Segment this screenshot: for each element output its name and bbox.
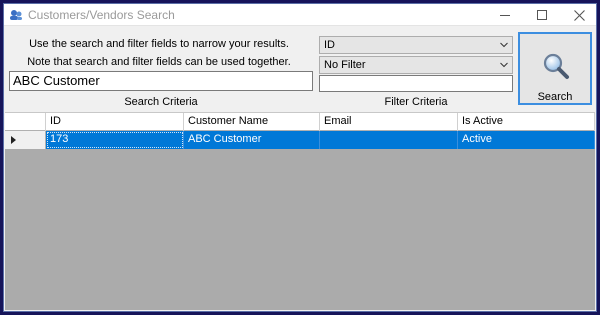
search-button[interactable]: Search: [518, 32, 592, 105]
row-header[interactable]: [5, 131, 46, 149]
info-text-line-2: Note that search and filter fields can b…: [27, 56, 291, 68]
filter-criteria-label: Filter Criteria: [384, 96, 448, 108]
search-criteria-label: Search Criteria: [124, 96, 198, 108]
column-header-is-active[interactable]: Is Active: [458, 113, 595, 131]
cell-is-active[interactable]: Active: [458, 131, 595, 149]
window-title: Customers/Vendors Search: [28, 8, 175, 22]
filter-value-input[interactable]: [319, 75, 513, 92]
row-pointer-icon: [11, 136, 16, 144]
cell-email[interactable]: [320, 131, 458, 149]
search-button-label: Search: [537, 91, 573, 103]
results-grid[interactable]: ID Customer Name Email Is Active 173 ABC…: [5, 112, 595, 310]
chevron-down-icon: [500, 62, 508, 68]
title-bar[interactable]: Customers/Vendors Search: [4, 4, 596, 26]
chevron-down-icon: [500, 42, 508, 48]
search-window: Customers/Vendors Search Use the search …: [3, 3, 597, 312]
maximize-icon: [537, 10, 547, 20]
filter-mode-value: No Filter: [324, 59, 366, 71]
column-header-email[interactable]: Email: [320, 113, 458, 131]
column-header-id[interactable]: ID: [46, 113, 184, 131]
app-icon: [10, 10, 22, 20]
close-icon: [573, 9, 585, 21]
cell-customer-name[interactable]: ABC Customer: [184, 131, 320, 149]
column-header-customer-name[interactable]: Customer Name: [184, 113, 320, 131]
cell-id[interactable]: 173: [46, 131, 184, 149]
magnifier-icon: [543, 53, 569, 79]
table-row[interactable]: 173 ABC Customer Active: [5, 131, 595, 149]
filter-field-value: ID: [324, 39, 335, 51]
grid-header: ID Customer Name Email Is Active: [5, 113, 595, 131]
minimize-icon: [500, 14, 510, 16]
info-text-line-1: Use the search and filter fields to narr…: [29, 38, 289, 50]
filter-mode-dropdown[interactable]: No Filter: [319, 56, 513, 74]
search-input[interactable]: ABC Customer: [9, 71, 313, 91]
filter-field-dropdown[interactable]: ID: [319, 36, 513, 54]
close-button[interactable]: [557, 4, 600, 26]
row-header-corner: [5, 113, 46, 131]
